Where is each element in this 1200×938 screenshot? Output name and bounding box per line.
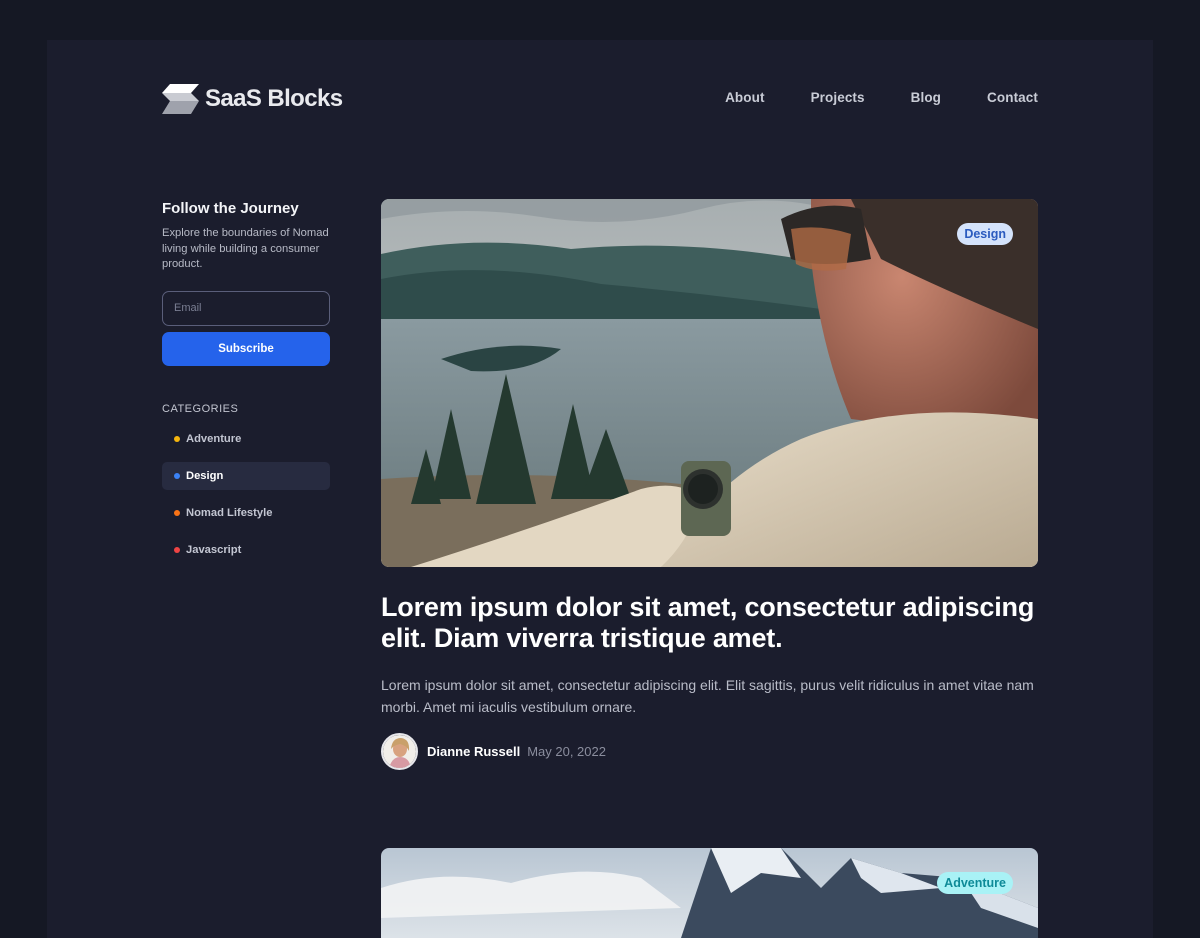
category-item-adventure[interactable]: Adventure: [162, 425, 330, 453]
category-list: Adventure Design Nomad Lifestyle Javascr…: [162, 425, 330, 564]
nav-about[interactable]: About: [725, 90, 764, 105]
nav-projects[interactable]: Projects: [811, 90, 865, 105]
mountain-landscape-photo: [381, 848, 1038, 938]
logo-text: SaaS Blocks: [205, 85, 343, 112]
category-item-javascript[interactable]: Javascript: [162, 536, 330, 564]
main-nav: About Projects Blog Contact: [725, 90, 1038, 105]
category-label: Nomad Lifestyle: [186, 506, 273, 519]
post-hero-image[interactable]: Adventure: [381, 848, 1038, 938]
post-hero-image[interactable]: Design: [381, 199, 1038, 567]
category-label: Javascript: [186, 543, 242, 556]
author-avatar-icon: [383, 735, 416, 768]
logo-mark-icon: [162, 84, 199, 114]
post-category-badge[interactable]: Adventure: [937, 872, 1013, 894]
category-dot-icon: [174, 546, 180, 553]
categories-heading: CATEGORIES: [162, 402, 239, 415]
category-dot-icon: [174, 509, 180, 516]
sidebar-title: Follow the Journey: [162, 200, 299, 217]
category-item-nomad-lifestyle[interactable]: Nomad Lifestyle: [162, 499, 330, 527]
category-dot-icon: [174, 435, 180, 442]
category-item-design[interactable]: Design: [162, 461, 330, 490]
post-category-badge[interactable]: Design: [957, 223, 1013, 245]
logo[interactable]: SaaS Blocks: [162, 83, 343, 115]
post-date: May 20, 2022: [527, 744, 606, 759]
post-excerpt: Lorem ipsum dolor sit amet, consectetur …: [381, 677, 1034, 715]
sidebar: Follow the Journey Explore the boundarie…: [162, 200, 330, 573]
page-frame: SaaS Blocks About Projects Blog Contact …: [47, 40, 1153, 938]
nav-contact[interactable]: Contact: [987, 90, 1038, 105]
post-author: Dianne Russell May 20, 2022: [381, 733, 606, 770]
lake-landscape-photo: [381, 199, 1038, 567]
author-name[interactable]: Dianne Russell: [427, 744, 520, 759]
category-label: Design: [186, 469, 224, 482]
nav-blog[interactable]: Blog: [911, 90, 941, 105]
category-label: Adventure: [186, 432, 242, 445]
post-title[interactable]: Lorem ipsum dolor sit amet, consectetur …: [381, 592, 1038, 654]
subscribe-button[interactable]: Subscribe: [162, 331, 330, 366]
category-dot-icon: [174, 472, 180, 479]
sidebar-description: Explore the boundaries of Nomad living w…: [162, 227, 329, 270]
avatar: [381, 733, 418, 770]
email-input[interactable]: [162, 290, 330, 326]
